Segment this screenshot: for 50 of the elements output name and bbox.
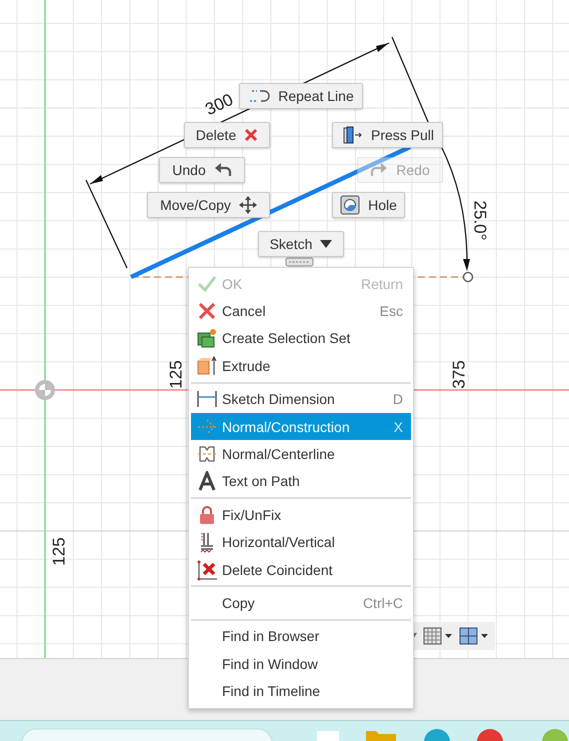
- menu-item[interactable]: Text on Path: [191, 468, 411, 496]
- press-pull-icon: [340, 125, 363, 145]
- redo-icon: [370, 162, 388, 178]
- undo-icon: [214, 162, 232, 178]
- coincident-icon: [196, 558, 218, 581]
- shortcut-text: Esc: [380, 303, 403, 320]
- menu-item[interactable]: Delete Coincident: [191, 556, 411, 584]
- move-icon: [238, 196, 257, 214]
- shortcut-text: D: [392, 391, 403, 408]
- menu-item[interactable]: Horizontal/Vertical: [191, 528, 411, 556]
- command-button[interactable]: Press Pull: [332, 122, 443, 148]
- menu-item[interactable]: Create Selection Set: [191, 324, 411, 352]
- centerline-icon: [196, 444, 218, 464]
- menu-item[interactable]: Normal/Centerline: [191, 440, 411, 468]
- menu-item[interactable]: Cancel Esc: [191, 297, 411, 325]
- selection-set-icon: [196, 328, 216, 348]
- line-icon: [248, 88, 270, 104]
- shortcut-text: Ctrl+C: [362, 594, 403, 611]
- sketch-point: [462, 272, 474, 282]
- close-icon: [244, 128, 258, 142]
- menu-item[interactable]: Extrude: [191, 352, 411, 380]
- dimension-value: 375: [450, 360, 468, 389]
- menu-item[interactable]: Find in Timeline: [191, 677, 411, 705]
- command-button[interactable]: Repeat Line: [239, 83, 363, 109]
- dimension-value: 125: [50, 537, 68, 566]
- command-button[interactable]: Delete: [184, 122, 270, 148]
- shortcut-text: X: [394, 418, 403, 435]
- dimension-value: 25.0°: [471, 200, 488, 240]
- dimension-value: 300: [202, 90, 236, 118]
- origin-icon: [35, 380, 55, 400]
- check-icon: [196, 274, 216, 293]
- caret-icon: [320, 240, 332, 248]
- grid-icon[interactable]: [423, 627, 453, 645]
- menu-item[interactable]: Find in Window: [191, 650, 411, 678]
- dimension-value: 125: [168, 360, 185, 389]
- command-button[interactable]: Hole: [332, 192, 405, 218]
- hole-icon: [340, 195, 360, 215]
- dropdown-button[interactable]: Sketch: [258, 231, 344, 257]
- shortcut-text: Return: [360, 276, 403, 292]
- dimension-icon: [196, 389, 218, 410]
- extrude-icon: [196, 354, 216, 377]
- close-icon: [196, 301, 216, 322]
- menu-item[interactable]: Fix/UnFix: [191, 501, 411, 529]
- menu-item[interactable]: Copy Ctrl+C: [191, 589, 411, 617]
- layout-icon[interactable]: [459, 627, 489, 645]
- command-button[interactable]: Undo: [159, 157, 245, 183]
- menu-item[interactable]: Sketch Dimension D: [191, 386, 411, 413]
- command-button[interactable]: Move/Copy: [147, 192, 270, 218]
- letter-icon: [196, 471, 216, 492]
- menu-item[interactable]: Find in Browser: [191, 622, 411, 650]
